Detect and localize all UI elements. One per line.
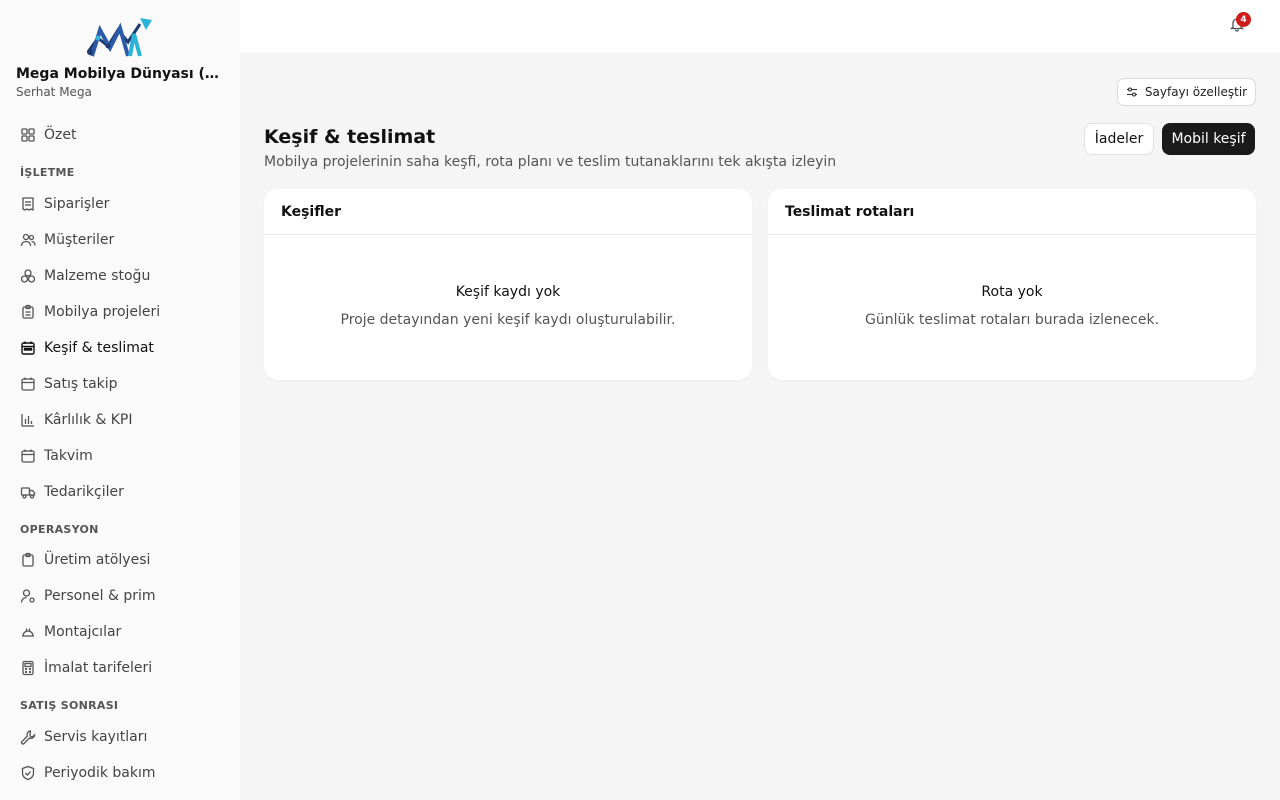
receipt-icon xyxy=(20,196,36,212)
sidebar: Mega Mobilya Dünyası (Demo) Serhat Mega … xyxy=(0,0,240,800)
sidebar-item-label: Siparişler xyxy=(44,196,110,212)
customize-label: Sayfayı özelleştir xyxy=(1144,85,1248,99)
sidebar-item-malzeme-stogu[interactable]: Malzeme stoğu xyxy=(20,265,220,287)
company-logo xyxy=(86,18,152,57)
sidebar-item-montajcilar[interactable]: Montajcılar xyxy=(20,621,220,643)
sidebar-item-label: Tedarikçiler xyxy=(44,484,124,500)
nav-section-title: OPERASYON xyxy=(20,523,99,536)
customize-page-button[interactable]: Sayfayı özelleştir xyxy=(1117,78,1256,106)
sidebar-item-takvim[interactable]: Takvim xyxy=(20,445,220,467)
grid-icon xyxy=(20,127,36,143)
sidebar-item-label: Montajcılar xyxy=(44,624,122,640)
sidebar-item-uretim-atolyesi[interactable]: Üretim atölyesi xyxy=(20,549,220,571)
sidebar-item-tedarikciler[interactable]: Tedarikçiler xyxy=(20,481,220,503)
calendar-icon xyxy=(20,340,36,356)
user-gear-icon xyxy=(20,588,36,604)
surveys-card: Keşifler Keşif kaydı yok Proje detayında… xyxy=(264,189,752,380)
sidebar-item-label: Keşif & teslimat xyxy=(44,340,154,356)
delivery-routes-card: Teslimat rotaları Rota yok Günlük teslim… xyxy=(768,189,1256,380)
sidebar-item-personel-prim[interactable]: Personel & prim xyxy=(20,585,220,607)
empty-state-title: Keşif kaydı yok xyxy=(455,284,561,300)
sidebar-item-label: Satış takip xyxy=(44,376,118,392)
sidebar-item-siparisler[interactable]: Siparişler xyxy=(20,193,220,215)
sidebar-item-label: Takvim xyxy=(44,448,93,464)
sidebar-item-label: Özet xyxy=(44,127,77,143)
hardhat-icon xyxy=(20,624,36,640)
sidebar-item-ozet[interactable]: Özet xyxy=(20,124,220,146)
card-title: Teslimat rotaları xyxy=(768,189,1256,235)
truck-icon xyxy=(20,484,36,500)
nav-section-title: SATIŞ SONRASI xyxy=(20,699,119,712)
card-title: Keşifler xyxy=(264,189,752,235)
sidebar-item-label: Kârlılık & KPI xyxy=(44,412,133,428)
calendar-icon xyxy=(20,376,36,392)
sidebar-item-kesif-teslimat[interactable]: Keşif & teslimat xyxy=(20,337,220,359)
notification-badge: 4 xyxy=(1236,12,1251,27)
sidebar-item-imalat-tarifeleri[interactable]: İmalat tarifeleri xyxy=(20,657,220,679)
sidebar-item-label: Malzeme stoğu xyxy=(44,268,151,284)
returns-button[interactable]: İadeler xyxy=(1084,123,1154,155)
clipboard-icon xyxy=(20,304,36,320)
sidebar-item-karlilik-kpi[interactable]: Kârlılık & KPI xyxy=(20,409,220,431)
bar-chart-icon xyxy=(20,412,36,428)
org-name: Mega Mobilya Dünyası (Demo) xyxy=(16,66,226,82)
empty-state-description: Proje detayından yeni keşif kaydı oluştu… xyxy=(340,312,676,328)
nav-section-title: İŞLETME xyxy=(20,166,75,179)
wrench-icon xyxy=(20,729,36,745)
sidebar-item-label: İmalat tarifeleri xyxy=(44,660,153,676)
calculator-icon xyxy=(20,660,36,676)
calendar-icon xyxy=(20,448,36,464)
top-bar xyxy=(240,0,1280,53)
shield-icon xyxy=(20,765,36,781)
sidebar-item-mobilya-projeleri[interactable]: Mobilya projeleri xyxy=(20,301,220,323)
sliders-icon xyxy=(1126,87,1137,97)
sidebar-item-servis-kayitlari[interactable]: Servis kayıtları xyxy=(20,726,220,748)
page-title: Keşif & teslimat xyxy=(264,126,436,148)
empty-state-description: Günlük teslimat rotaları burada izlenece… xyxy=(865,312,1159,328)
sidebar-item-label: Personel & prim xyxy=(44,588,156,604)
sidebar-item-musteriler[interactable]: Müşteriler xyxy=(20,229,220,251)
empty-state-title: Rota yok xyxy=(981,284,1043,300)
sidebar-item-satis-takip[interactable]: Satış takip xyxy=(20,373,220,395)
sidebar-item-label: Üretim atölyesi xyxy=(44,552,151,568)
org-user: Serhat Mega xyxy=(16,85,92,99)
sidebar-item-label: Servis kayıtları xyxy=(44,729,148,745)
sidebar-item-periyodik-bakim[interactable]: Periyodik bakım xyxy=(20,762,220,784)
boxes-icon xyxy=(20,268,36,284)
sidebar-item-label: Periyodik bakım xyxy=(44,765,156,781)
mobile-survey-button[interactable]: Mobil keşif xyxy=(1162,123,1255,155)
page-subtitle: Mobilya projelerinin saha keşfi, rota pl… xyxy=(264,154,837,170)
users-icon xyxy=(20,232,36,248)
sidebar-item-label: Mobilya projeleri xyxy=(44,304,161,320)
clipboard-icon xyxy=(20,552,36,568)
sidebar-item-label: Müşteriler xyxy=(44,232,115,248)
